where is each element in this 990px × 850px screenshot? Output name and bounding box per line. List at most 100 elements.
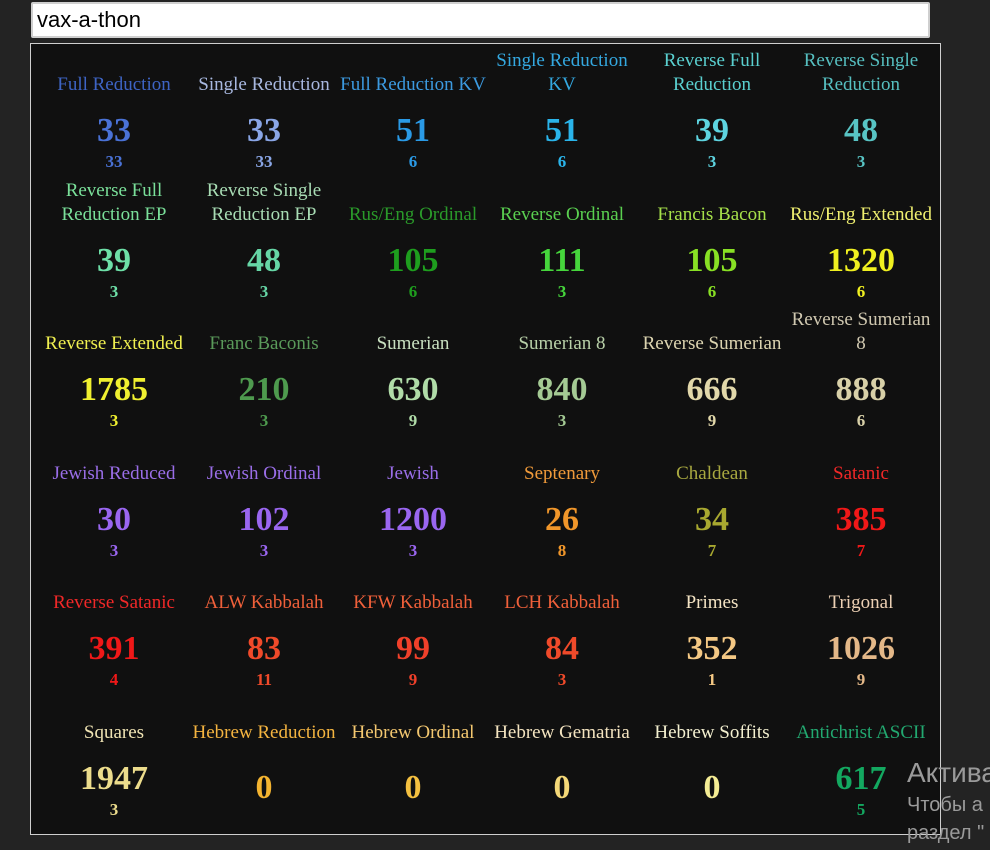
cipher-cell[interactable]: Squares 1947 3 — [39, 692, 189, 821]
cipher-value: 48 — [247, 242, 281, 279]
cipher-value: 391 — [88, 630, 140, 667]
cipher-value: 33 — [247, 112, 281, 149]
cipher-cell[interactable]: Hebrew Reduction 0 — [189, 692, 339, 821]
cipher-reduced-value: 11 — [255, 670, 273, 689]
cipher-cell[interactable]: Rus/Eng Ordinal 105 6 — [338, 174, 488, 303]
cipher-cell[interactable]: Full Reduction 33 33 — [39, 44, 189, 173]
cipher-cell[interactable]: Reverse Single Reduction EP 48 3 — [189, 174, 339, 303]
cipher-value: 105 — [686, 242, 738, 279]
cipher-cell[interactable]: Chaldean 34 7 — [637, 433, 787, 562]
cipher-value: 39 — [695, 112, 729, 149]
cipher-name: Reverse Ordinal — [500, 204, 624, 225]
cipher-value: 26 — [545, 501, 579, 538]
cipher-value: 33 — [97, 112, 131, 149]
watermark-line-1: Чтобы а — [907, 794, 983, 816]
os-activation-watermark: Актива Чтобы а раздел " — [907, 755, 990, 847]
cipher-value: 51 — [545, 112, 579, 149]
cipher-cell[interactable]: Hebrew Soffits 0 — [637, 692, 787, 821]
cipher-cell[interactable]: Primes 352 1 — [637, 562, 787, 691]
cipher-cell[interactable]: Francis Bacon 105 6 — [637, 174, 787, 303]
cipher-cell[interactable]: Single Reduction KV 51 6 — [487, 44, 637, 173]
cipher-cell[interactable]: Satanic 385 7 — [786, 433, 936, 562]
cipher-cell[interactable]: Reverse Extended 1785 3 — [39, 303, 189, 432]
cipher-reduced-value: 6 — [408, 282, 418, 301]
cipher-reduced-value: 3 — [557, 411, 567, 430]
cipher-cell[interactable]: Jewish Reduced 30 3 — [39, 433, 189, 562]
cipher-value: 1947 — [80, 760, 148, 797]
cipher-value: 0 — [404, 769, 422, 806]
cipher-reduced-value: 6 — [707, 282, 717, 301]
cipher-name: Rus/Eng Extended — [790, 204, 932, 225]
watermark-line-2: раздел " — [907, 822, 985, 844]
cipher-cell[interactable]: Jewish Ordinal 102 3 — [189, 433, 339, 562]
cipher-name: Hebrew Gematria — [494, 722, 630, 743]
search-input[interactable] — [31, 2, 930, 38]
cipher-reduced-value: 6 — [856, 411, 866, 430]
cipher-cell[interactable]: Reverse Single Reduction 48 3 — [786, 44, 936, 173]
cipher-cell[interactable]: KFW Kabbalah 99 9 — [338, 562, 488, 691]
cipher-value: 352 — [686, 630, 738, 667]
cipher-name: Reverse Sumerian 8 — [791, 309, 931, 354]
cipher-cell[interactable]: Franc Baconis 210 3 — [189, 303, 339, 432]
cipher-reduced-value: 3 — [259, 411, 269, 430]
cipher-name: Reverse Sumerian — [642, 333, 782, 354]
cipher-cell[interactable]: Single Reduction 33 33 — [189, 44, 339, 173]
cipher-reduced-value: 6 — [408, 152, 418, 171]
cipher-name: Satanic — [833, 463, 889, 484]
cipher-name: Reverse Single Reduction — [803, 50, 919, 95]
cipher-results-panel: Full Reduction 33 33 Single Reduction 33 33 Fu… — [30, 43, 941, 835]
cipher-cell[interactable]: Reverse Satanic 391 4 — [39, 562, 189, 691]
cipher-value: 0 — [703, 769, 721, 806]
cipher-cell[interactable]: Trigonal 1026 9 — [786, 562, 936, 691]
cipher-reduced-value: 9 — [408, 670, 418, 689]
cipher-name: Primes — [685, 592, 739, 613]
cipher-reduced-value: 6 — [856, 282, 866, 301]
cipher-name: Reverse Full Reduction EP — [61, 180, 167, 225]
cipher-reduced-value: 7 — [707, 541, 717, 560]
cipher-cell[interactable]: Reverse Sumerian 666 9 — [637, 303, 787, 432]
cipher-cell[interactable]: Sumerian 630 9 — [338, 303, 488, 432]
cipher-name: Hebrew Reduction — [192, 722, 336, 743]
cipher-name: Single Reduction KV — [496, 50, 628, 95]
cipher-name: Hebrew Soffits — [654, 722, 770, 743]
cipher-name: Antichrist ASCII — [796, 722, 926, 743]
cipher-value: 84 — [545, 630, 579, 667]
cipher-reduced-value: 3 — [109, 411, 119, 430]
cipher-value: 1320 — [827, 242, 895, 279]
cipher-name: LCH Kabbalah — [504, 592, 620, 613]
cipher-reduced-value: 33 — [105, 152, 123, 171]
cipher-value: 48 — [844, 112, 878, 149]
cipher-value: 385 — [835, 501, 887, 538]
cipher-cell[interactable]: Reverse Sumerian 8 888 6 — [786, 303, 936, 432]
cipher-cell[interactable]: Full Reduction KV 51 6 — [338, 44, 488, 173]
cipher-cell[interactable]: Sumerian 8 840 3 — [487, 303, 637, 432]
cipher-name: ALW Kabbalah — [204, 592, 324, 613]
cipher-cell[interactable]: Rus/Eng Extended 1320 6 — [786, 174, 936, 303]
cipher-value: 840 — [536, 371, 588, 408]
cipher-name: Reverse Extended — [45, 333, 183, 354]
cipher-name: Sumerian — [376, 333, 450, 354]
cipher-value: 99 — [396, 630, 430, 667]
cipher-reduced-value: 9 — [856, 670, 866, 689]
cipher-name: Franc Baconis — [209, 333, 319, 354]
cipher-cell[interactable]: Septenary 26 8 — [487, 433, 637, 562]
cipher-cell[interactable]: Reverse Ordinal 111 3 — [487, 174, 637, 303]
cipher-cell[interactable]: Jewish 1200 3 — [338, 433, 488, 562]
cipher-name: Full Reduction — [57, 74, 171, 95]
cipher-cell[interactable]: ALW Kabbalah 83 11 — [189, 562, 339, 691]
cipher-reduced-value: 9 — [707, 411, 717, 430]
cipher-cell[interactable]: Hebrew Gematria 0 — [487, 692, 637, 821]
cipher-reduced-value: 3 — [259, 282, 269, 301]
cipher-name: Francis Bacon — [657, 204, 767, 225]
cipher-value: 105 — [387, 242, 439, 279]
cipher-cell[interactable]: Hebrew Ordinal 0 — [338, 692, 488, 821]
cipher-value: 1200 — [379, 501, 447, 538]
cipher-value: 51 — [396, 112, 430, 149]
cipher-value: 0 — [255, 769, 273, 806]
cipher-cell[interactable]: Reverse Full Reduction EP 39 3 — [39, 174, 189, 303]
cipher-value: 666 — [686, 371, 738, 408]
cipher-reduced-value: 1 — [707, 670, 717, 689]
cipher-cell[interactable]: Reverse Full Reduction 39 3 — [637, 44, 787, 173]
cipher-cell[interactable]: LCH Kabbalah 84 3 — [487, 562, 637, 691]
cipher-reduced-value: 3 — [408, 541, 418, 560]
